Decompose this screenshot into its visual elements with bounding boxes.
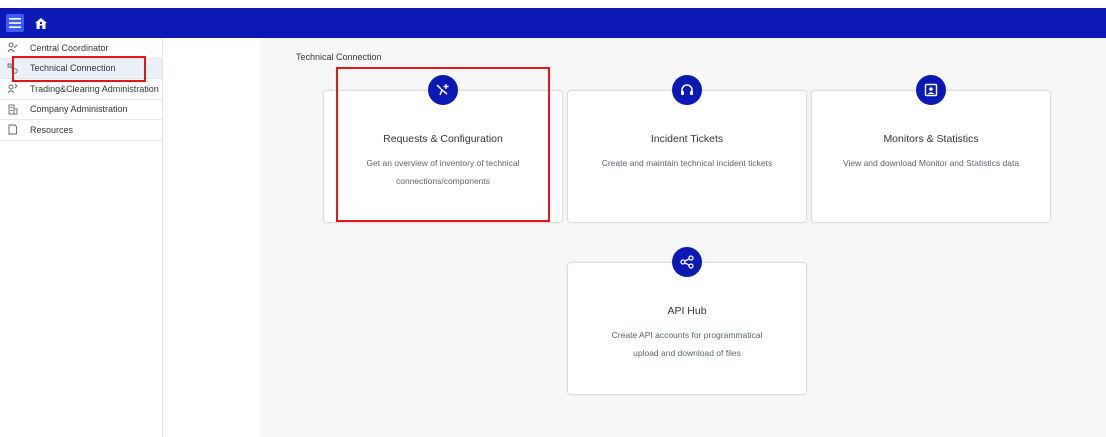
trading-admin-icon <box>6 83 18 95</box>
monitor-icon <box>916 75 946 105</box>
home-icon <box>35 17 47 29</box>
tile-title: Incident Tickets <box>650 133 724 145</box>
tile-incident-tickets[interactable]: Incident Tickets Create and maintain tec… <box>567 75 807 223</box>
breadcrumb[interactable]: Technical Connection <box>296 52 382 62</box>
tile-monitors-statistics[interactable]: Monitors & Statistics View and download … <box>811 75 1051 223</box>
left-gutter <box>164 38 260 437</box>
sidebar-item-resources[interactable]: Resources <box>0 120 162 141</box>
tile-description: Create API accounts for programmatical u… <box>611 330 763 358</box>
sidebar-item-label: Central Coordinator <box>30 42 109 53</box>
tile-description: Create and maintain technical incident t… <box>601 158 773 168</box>
sidebar-item-trading-clearing-administration[interactable]: Trading&Clearing Administration <box>0 79 162 100</box>
menu-icon <box>9 18 21 28</box>
sidebar-item-label: Trading&Clearing Administration <box>30 83 159 94</box>
resources-icon <box>6 124 18 136</box>
headset-icon <box>672 75 702 105</box>
coordinator-icon <box>6 42 18 54</box>
share-icon <box>672 247 702 277</box>
shell-bar <box>0 8 1106 38</box>
side-navigation: Central Coordinator Technical Connection… <box>0 38 163 437</box>
sidebar-highlight-box <box>12 56 146 82</box>
home-button[interactable] <box>32 14 50 32</box>
sidebar-item-label: Company Administration <box>30 104 128 115</box>
sidebar-item-label: Resources <box>30 124 74 135</box>
tile-api-hub[interactable]: API Hub Create API accounts for programm… <box>567 247 807 395</box>
tile-description: View and download Monitor and Statistics… <box>842 158 1020 168</box>
hamburger-menu-button[interactable] <box>6 14 24 32</box>
company-icon <box>6 103 18 115</box>
tile-title: Monitors & Statistics <box>883 133 979 145</box>
sidebar-item-company-administration[interactable]: Company Administration <box>0 100 162 120</box>
tile-title: API Hub <box>667 305 707 317</box>
tile-highlight-box <box>336 67 550 222</box>
